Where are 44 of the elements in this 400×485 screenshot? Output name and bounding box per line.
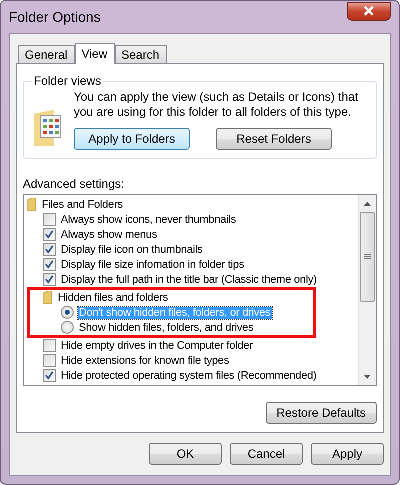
option-label: Show hidden files, folders, and drives	[78, 322, 255, 334]
option-label: Hide empty drives in the Computer folder	[60, 340, 254, 352]
folder-icon	[27, 198, 37, 212]
option-label: Display the full path in the title bar (Classic theme only)	[60, 274, 318, 286]
folder-view-icon	[32, 108, 64, 148]
option-label: Always show menus	[60, 228, 158, 240]
group-title: Folder views	[33, 74, 102, 88]
option-label: Always show icons, never thumbnails	[60, 214, 238, 226]
close-icon	[363, 6, 375, 16]
tree-item[interactable]: Hidden files and folders	[57, 292, 170, 304]
option-label: Don't show hidden files, folders, or drives	[78, 306, 272, 318]
scrollbar[interactable]	[358, 195, 376, 385]
checkbox[interactable]	[43, 228, 56, 241]
dialog-button[interactable]: Apply	[311, 443, 384, 465]
dialog-button[interactable]: OK	[149, 443, 222, 465]
checkbox[interactable]	[43, 243, 56, 256]
option-label: Hide protected operating system files (Recommended)	[60, 370, 318, 382]
restore-defaults-button[interactable]: Restore Defaults	[266, 402, 377, 424]
up-arrow-icon	[364, 202, 371, 206]
tab[interactable]: General	[18, 45, 75, 63]
description-text: You can apply the view (such as Details or Icons) that you are using for this folder to all folders of this type.	[74, 90, 360, 120]
folder-button[interactable]: Apply to Folders	[74, 128, 190, 150]
tab[interactable]: Search	[114, 45, 167, 63]
grip-icon	[364, 254, 371, 260]
checkbox[interactable]	[43, 213, 56, 226]
checkbox[interactable]	[43, 354, 56, 367]
section-label: Advanced settings:	[23, 177, 126, 191]
folder-icon	[43, 290, 53, 304]
tab[interactable]: View	[74, 43, 114, 64]
radio-button[interactable]	[61, 306, 74, 319]
radio-button[interactable]	[61, 321, 74, 334]
checkbox[interactable]	[43, 339, 56, 352]
option-label: Display file size infomation in folder tips	[60, 258, 246, 270]
option-label: Display file icon on thumbnails	[60, 244, 204, 256]
dialog-button[interactable]: Cancel	[230, 443, 303, 465]
checkbox[interactable]	[43, 369, 56, 382]
window-title: Folder Options	[9, 9, 101, 25]
checkbox[interactable]	[43, 273, 56, 286]
tree-item[interactable]: Files and Folders	[41, 198, 124, 210]
close-button[interactable]	[347, 2, 391, 20]
checkbox[interactable]	[43, 258, 56, 271]
option-label: Hide extensions for known file types	[60, 354, 230, 366]
folder-button[interactable]: Reset Folders	[216, 128, 332, 150]
down-arrow-icon	[364, 375, 371, 379]
